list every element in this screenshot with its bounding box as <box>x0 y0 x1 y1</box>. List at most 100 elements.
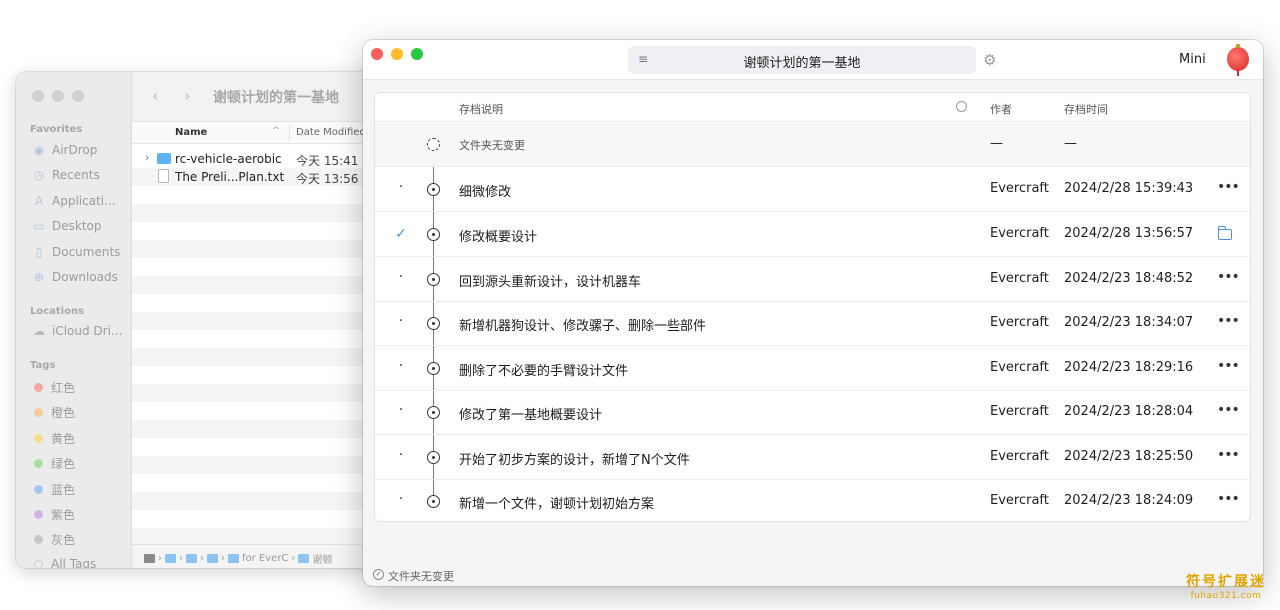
folder-icon <box>165 554 176 563</box>
row-time: 2024/2/23 18:25:50 <box>1064 449 1194 464</box>
lantern-avatar-icon[interactable] <box>1227 44 1249 76</box>
sidebar-tag-blue[interactable]: 蓝色 <box>32 481 75 498</box>
disclosure-chevron-icon[interactable]: › <box>145 151 149 164</box>
desktop-icon: ▭ <box>33 219 45 233</box>
title-selector[interactable]: ≡ 谢顿计划的第一基地 <box>628 46 976 74</box>
close-button[interactable] <box>32 90 44 102</box>
commit-node-icon <box>427 228 440 241</box>
empty-row <box>132 474 376 492</box>
row-time: 2024/2/23 18:48:52 <box>1064 271 1194 286</box>
commit-row-current[interactable]: ✓ 修改概要设计 Evercraft 2024/2/28 13:56:57 <box>375 213 1250 257</box>
back-arrow-icon[interactable]: ‹ <box>152 86 158 105</box>
file-row[interactable]: The Preli...Plan.txt 今天 13:56 <box>132 168 376 186</box>
forward-arrow-icon[interactable]: › <box>184 86 190 105</box>
sidebar-item-recents[interactable]: ◷ Recents <box>32 168 100 182</box>
empty-row <box>132 330 376 348</box>
download-icon: ⊕ <box>33 270 45 284</box>
sidebar-tag-yellow[interactable]: 黄色 <box>32 430 75 447</box>
circle-filter-icon[interactable] <box>956 101 967 112</box>
sidebar-item-applications[interactable]: A Applicati... <box>32 194 116 208</box>
mini-mode-button[interactable]: Mini <box>1179 52 1206 67</box>
zoom-button[interactable] <box>72 90 84 102</box>
column-name[interactable]: Name <box>175 127 207 138</box>
more-icon[interactable]: ••• <box>1217 402 1240 418</box>
sidebar-tag-red[interactable]: 红色 <box>32 379 75 396</box>
folder-icon <box>228 554 239 563</box>
commit-row[interactable]: · 细微修改 Evercraft 2024/2/28 15:39:43 ••• <box>375 168 1250 212</box>
row-description: 细微修改 <box>459 185 512 200</box>
folder-icon[interactable] <box>1217 226 1232 240</box>
more-icon[interactable]: ••• <box>1217 358 1240 374</box>
document-icon: ▯ <box>35 245 43 259</box>
evercraft-window: ≡ 谢顿计划的第一基地 ⚙ Mini 存档说明 作者 存档时间 文件夹无变更 —… <box>363 40 1263 586</box>
more-icon[interactable]: ••• <box>1217 269 1240 285</box>
applications-icon: A <box>34 194 44 208</box>
more-icon[interactable]: ••• <box>1217 179 1240 195</box>
sidebar-item-downloads[interactable]: ⊕ Downloads <box>32 270 118 284</box>
row-author: — <box>990 136 1003 151</box>
finder-sidebar: Favorites ◉ AirDrop ◷ Recents A Applicati..… <box>16 72 132 568</box>
column-separator <box>289 125 290 141</box>
more-icon[interactable]: ••• <box>1217 491 1240 507</box>
commit-row[interactable]: · 回到源头重新设计，设计机器车 Evercraft 2024/2/23 18:… <box>375 258 1250 302</box>
sort-chevron-icon: ^ <box>272 126 280 136</box>
airdrop-icon: ◉ <box>33 143 45 157</box>
row-time: — <box>1064 136 1077 151</box>
commit-history-table: 存档说明 作者 存档时间 文件夹无变更 — — · 细微修改 Evercraft… <box>374 92 1251 522</box>
row-author: Evercraft <box>990 449 1049 464</box>
row-time: 2024/2/28 13:56:57 <box>1064 226 1194 241</box>
header-description: 存档说明 <box>459 103 503 116</box>
finder-file-list-area: ‹ › 谢顿计划的第一基地 Name ^ Date Modified › rc-… <box>132 72 376 568</box>
file-row[interactable]: › rc-vehicle-aerobic 今天 15:41 <box>132 150 376 168</box>
commit-row[interactable]: · 新增一个文件，谢顿计划初始方案 Evercraft 2024/2/23 18… <box>375 480 1250 521</box>
minimize-button[interactable] <box>52 90 64 102</box>
row-time: 2024/2/23 18:24:09 <box>1064 493 1194 508</box>
pending-changes-row[interactable]: 文件夹无变更 — — <box>375 123 1250 167</box>
empty-row <box>132 294 376 312</box>
row-author: Evercraft <box>990 360 1049 375</box>
path-segments[interactable]: › › › › for EverC › 谢顿 <box>144 551 332 566</box>
row-description: 开始了初步方案的设计，新增了N个文件 <box>459 453 690 468</box>
empty-row <box>132 186 376 204</box>
sidebar-tag-green[interactable]: 绿色 <box>32 455 75 472</box>
gear-icon[interactable]: ⚙ <box>983 51 996 69</box>
sidebar-item-airdrop[interactable]: ◉ AirDrop <box>32 143 98 157</box>
empty-row <box>132 492 376 510</box>
empty-row <box>132 510 376 528</box>
row-author: Evercraft <box>990 315 1049 330</box>
tag-dot-icon <box>34 510 43 519</box>
empty-row <box>132 348 376 366</box>
sidebar-tag-orange[interactable]: 橙色 <box>32 404 75 421</box>
commit-node-icon <box>427 183 440 196</box>
commit-node-icon <box>427 317 440 330</box>
commit-row[interactable]: · 删除了不必要的手臂设计文件 Evercraft 2024/2/23 18:2… <box>375 347 1250 391</box>
empty-row <box>132 312 376 330</box>
row-description: 修改概要设计 <box>459 230 538 245</box>
sidebar-item-icloud[interactable]: ☁ iCloud Dri... <box>32 324 122 338</box>
path-segment-label[interactable]: 谢顿 <box>312 551 332 566</box>
zoom-button[interactable] <box>411 48 423 60</box>
sidebar-item-documents[interactable]: ▯ Documents <box>32 245 121 259</box>
row-time: 2024/2/23 18:29:16 <box>1064 360 1194 375</box>
minimize-button[interactable] <box>391 48 403 60</box>
more-icon[interactable]: ••• <box>1217 447 1240 463</box>
path-segment-label[interactable]: for EverC <box>242 553 288 564</box>
commit-row[interactable]: · 修改了第一基地概要设计 Evercraft 2024/2/23 18:28:… <box>375 391 1250 435</box>
sidebar-tag-gray[interactable]: 灰色 <box>32 531 75 548</box>
sidebar-item-desktop[interactable]: ▭ Desktop <box>32 219 101 233</box>
commit-row[interactable]: · 新增机器狗设计、修改骡子、删除一些部件 Evercraft 2024/2/2… <box>375 302 1250 346</box>
folder-icon <box>298 554 310 563</box>
finder-traffic-lights <box>32 90 84 102</box>
finder-window: Favorites ◉ AirDrop ◷ Recents A Applicati..… <box>16 72 376 568</box>
column-date-modified[interactable]: Date Modified <box>296 127 366 138</box>
row-description: 回到源头重新设计，设计机器车 <box>459 275 642 290</box>
sidebar-all-tags[interactable]: All Tags <box>32 557 96 568</box>
file-date: 今天 13:56 <box>296 172 359 186</box>
commit-row[interactable]: · 开始了初步方案的设计，新增了N个文件 Evercraft 2024/2/23… <box>375 436 1250 480</box>
empty-row <box>132 384 376 402</box>
sidebar-tag-purple[interactable]: 紫色 <box>32 506 75 523</box>
watermark-en: fuhao321.com <box>1190 591 1262 601</box>
close-button[interactable] <box>371 48 383 60</box>
more-icon[interactable]: ••• <box>1217 313 1240 329</box>
window-traffic-lights <box>371 48 423 60</box>
